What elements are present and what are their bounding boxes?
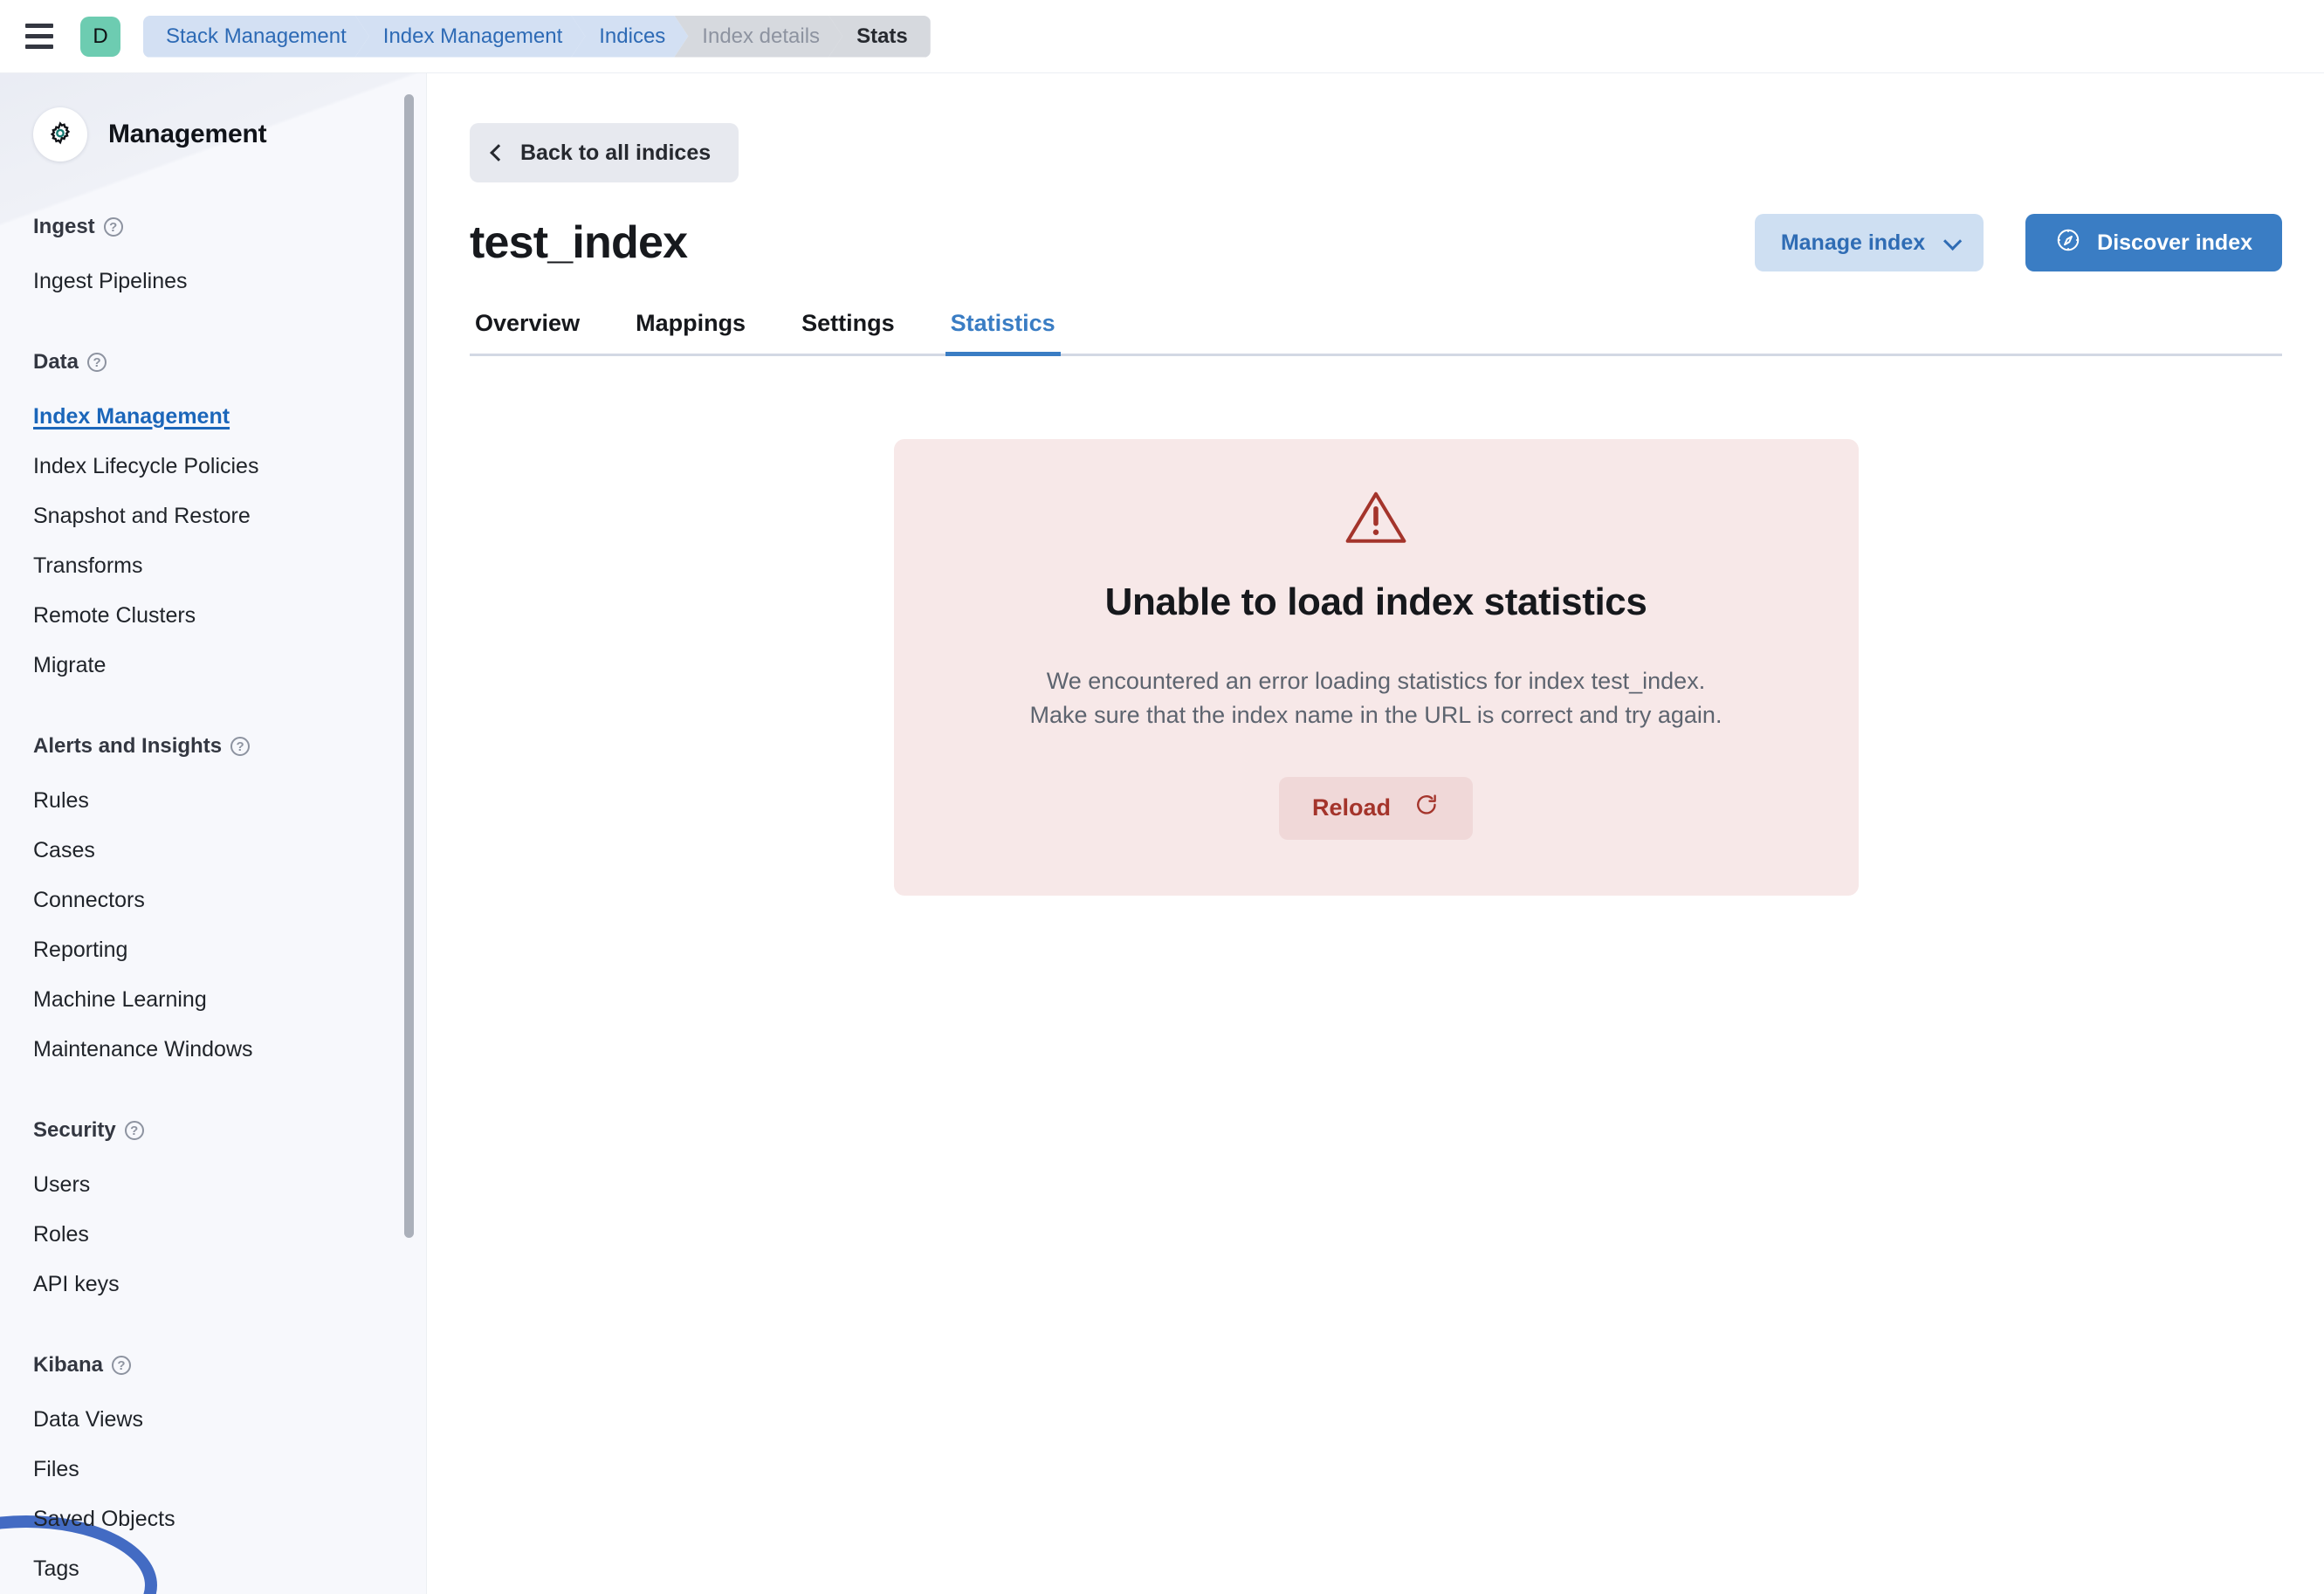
sidebar-scrollbar[interactable]: [404, 94, 414, 1238]
sidebar-item-rules[interactable]: Rules: [33, 776, 426, 826]
sidebar-item-transforms[interactable]: Transforms: [33, 541, 426, 591]
breadcrumb-item-indices[interactable]: Indices: [571, 16, 688, 58]
breadcrumb-item-index-management[interactable]: Index Management: [355, 16, 585, 58]
breadcrumb-label: Index Management: [382, 24, 563, 48]
question-circle-icon[interactable]: ?: [112, 1356, 132, 1375]
tab-bar: Overview Mappings Settings Statistics: [428, 310, 2324, 356]
reload-button[interactable]: Reload: [1278, 776, 1474, 840]
sidebar-item-index-management[interactable]: Index Management: [33, 392, 426, 442]
chevron-down-icon: [1943, 231, 1963, 251]
sidebar-item-roles[interactable]: Roles: [33, 1210, 426, 1260]
tab-settings[interactable]: Settings: [796, 310, 900, 356]
error-description-line-2: Make sure that the index name in the URL…: [1029, 702, 1722, 729]
sidebar-section-label: Kibana: [33, 1353, 104, 1377]
breadcrumb-label: Stack Management: [166, 24, 347, 48]
error-panel-wrapper: Unable to load index statistics We encou…: [428, 356, 2324, 896]
discover-index-button[interactable]: Discover index: [2025, 214, 2282, 271]
sidebar: Management Ingest ? Ingest Pipelines Dat…: [0, 73, 427, 1594]
page-actions: Manage index Discover index: [1754, 214, 2282, 271]
sidebar-section-label: Alerts and Insights: [33, 734, 223, 758]
breadcrumb-item-index-details[interactable]: Index details: [674, 16, 842, 58]
sidebar-item-tags[interactable]: Tags: [33, 1544, 426, 1594]
sidebar-item-data-views[interactable]: Data Views: [33, 1395, 426, 1445]
sidebar-item-maintenance-windows[interactable]: Maintenance Windows: [33, 1025, 426, 1075]
breadcrumb-label: Stats: [856, 24, 908, 48]
main-content: Back to all indices test_index Manage in…: [428, 73, 2324, 1594]
sidebar-item-machine-learning[interactable]: Machine Learning: [33, 975, 426, 1025]
hamburger-line: [25, 34, 53, 38]
breadcrumb-label: Index details: [702, 24, 821, 48]
manage-index-label: Manage index: [1780, 230, 1926, 255]
sidebar-section-security: Security ?: [33, 1118, 426, 1143]
hamburger-line: [25, 45, 53, 49]
top-header-bar: D Stack Management Index Management Indi…: [0, 0, 2324, 73]
sidebar-item-files[interactable]: Files: [33, 1445, 426, 1494]
avatar[interactable]: D: [80, 16, 120, 57]
page-title: test_index: [470, 217, 688, 268]
reload-button-label: Reload: [1311, 794, 1392, 821]
sidebar-section-label: Ingest: [33, 215, 95, 238]
tab-statistics[interactable]: Statistics: [945, 310, 1061, 356]
gear-icon: [33, 107, 87, 161]
sidebar-item-snapshot-and-restore[interactable]: Snapshot and Restore: [33, 491, 426, 541]
sidebar-header: Management: [33, 73, 426, 196]
sidebar-item-saved-objects[interactable]: Saved Objects: [33, 1494, 426, 1544]
tab-mappings[interactable]: Mappings: [630, 310, 751, 356]
breadcrumb: Stack Management Index Management Indice…: [143, 15, 931, 58]
sidebar-title: Management: [108, 120, 267, 148]
breadcrumb-label: Indices: [599, 24, 666, 48]
error-panel: Unable to load index statistics We encou…: [893, 439, 1859, 896]
sidebar-item-cases[interactable]: Cases: [33, 826, 426, 876]
sidebar-section-label: Data: [33, 350, 79, 374]
breadcrumb-item-stack-management[interactable]: Stack Management: [143, 16, 369, 58]
page-title-row: test_index Manage index Discover index: [428, 182, 2324, 271]
sidebar-item-index-lifecycle-policies[interactable]: Index Lifecycle Policies: [33, 442, 426, 491]
error-title: Unable to load index statistics: [1104, 581, 1647, 623]
question-circle-icon[interactable]: ?: [230, 737, 251, 756]
breadcrumb-item-stats[interactable]: Stats: [829, 15, 931, 58]
sidebar-section-alerts-and-insights: Alerts and Insights ?: [33, 734, 426, 759]
sidebar-item-remote-clusters[interactable]: Remote Clusters: [33, 591, 426, 641]
back-to-all-indices-button[interactable]: Back to all indices: [470, 123, 739, 182]
sidebar-section-data: Data ?: [33, 350, 426, 374]
compass-icon: [2055, 227, 2081, 259]
sidebar-item-reporting[interactable]: Reporting: [33, 925, 426, 975]
warning-triangle-icon: [946, 488, 1806, 546]
error-description: We encountered an error loading statisti…: [946, 664, 1806, 733]
sidebar-section-kibana: Kibana ?: [33, 1353, 426, 1378]
sidebar-item-connectors[interactable]: Connectors: [33, 876, 426, 925]
error-description-line-1: We encountered an error loading statisti…: [1046, 668, 1706, 694]
sidebar-item-ingest-pipelines[interactable]: Ingest Pipelines: [33, 257, 426, 306]
question-circle-icon[interactable]: ?: [124, 1121, 144, 1140]
refresh-icon: [1413, 792, 1440, 824]
sidebar-section-ingest: Ingest ?: [33, 215, 426, 239]
sidebar-item-users[interactable]: Users: [33, 1160, 426, 1210]
tab-overview[interactable]: Overview: [470, 310, 585, 356]
sidebar-item-migrate[interactable]: Migrate: [33, 641, 426, 691]
back-button-label: Back to all indices: [520, 140, 712, 165]
sidebar-item-api-keys[interactable]: API keys: [33, 1260, 426, 1309]
hamburger-menu-icon[interactable]: [19, 17, 59, 57]
sidebar-section-label: Security: [33, 1118, 116, 1142]
question-circle-icon[interactable]: ?: [87, 353, 107, 372]
question-circle-icon[interactable]: ?: [103, 217, 123, 237]
discover-index-label: Discover index: [2097, 230, 2252, 255]
hamburger-line: [25, 24, 53, 28]
manage-index-button[interactable]: Manage index: [1754, 214, 1984, 271]
chevron-left-icon: [490, 144, 507, 161]
